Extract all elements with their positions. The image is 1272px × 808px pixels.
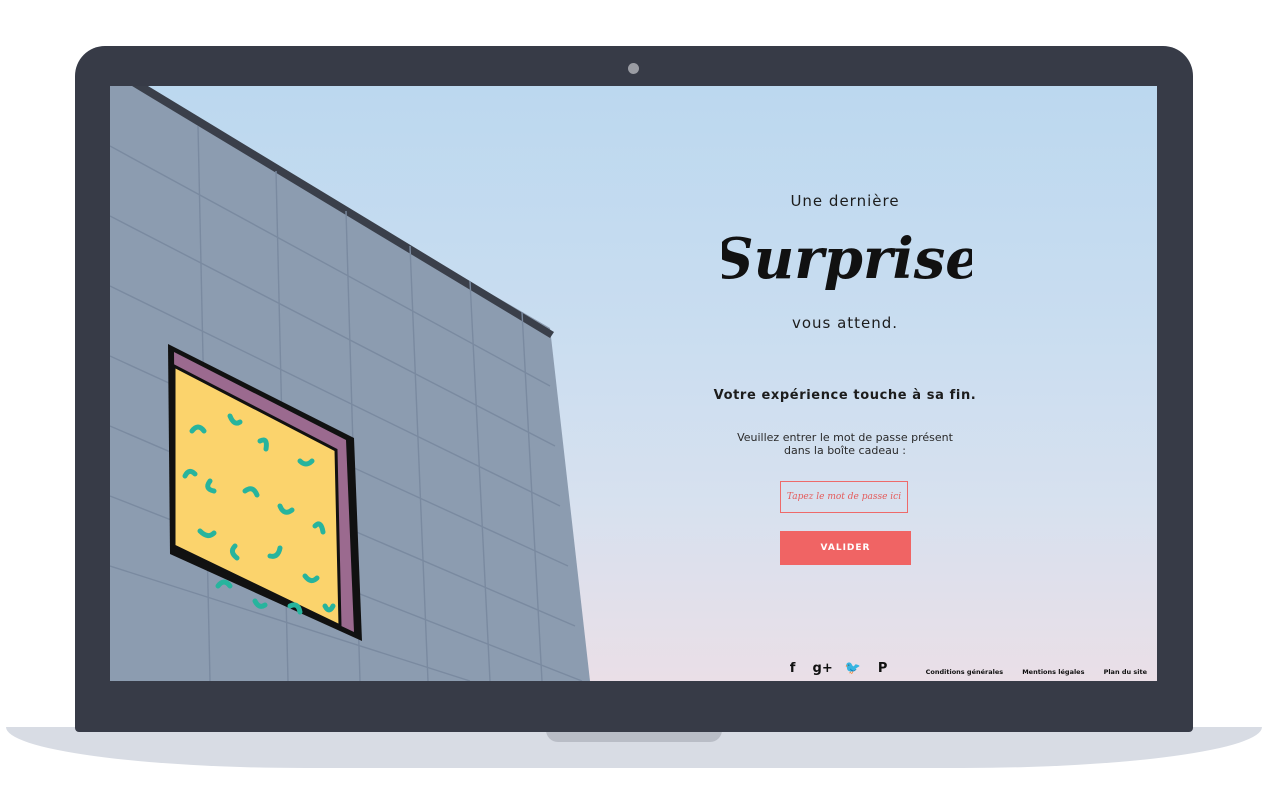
- footer: f g+ 🐦 P Conditions générales Mentions l…: [778, 659, 1147, 678]
- footer-links: Conditions générales Mentions légales Pl…: [912, 659, 1147, 678]
- link-plan-du-site[interactable]: Plan du site: [1104, 668, 1147, 676]
- link-mentions-legales[interactable]: Mentions légales: [1022, 668, 1084, 676]
- link-conditions-generales[interactable]: Conditions générales: [926, 668, 1004, 676]
- experience-ending-text: Votre expérience touche à sa fin.: [713, 388, 977, 403]
- password-instruction: Veuillez entrer le mot de passe présent …: [737, 431, 953, 457]
- validate-button[interactable]: VALIDER: [780, 531, 911, 565]
- pinterest-icon[interactable]: P: [868, 661, 898, 676]
- social-links: f g+ 🐦 P: [778, 661, 898, 676]
- camera-dot: [628, 63, 639, 74]
- facebook-icon[interactable]: f: [778, 661, 808, 676]
- surprise-script: Surprise: [722, 226, 972, 292]
- building-illustration: [110, 86, 590, 681]
- hero-line-bottom: vous attend.: [791, 314, 899, 332]
- google-plus-icon[interactable]: g+: [808, 661, 838, 676]
- twitter-icon[interactable]: 🐦: [838, 661, 868, 676]
- hero-line-top: Une dernière: [790, 192, 900, 210]
- screen: Une dernière Surprise vous attend. Votre…: [110, 86, 1157, 681]
- surprise-script-text: Surprise: [722, 226, 972, 292]
- password-input[interactable]: [780, 481, 908, 513]
